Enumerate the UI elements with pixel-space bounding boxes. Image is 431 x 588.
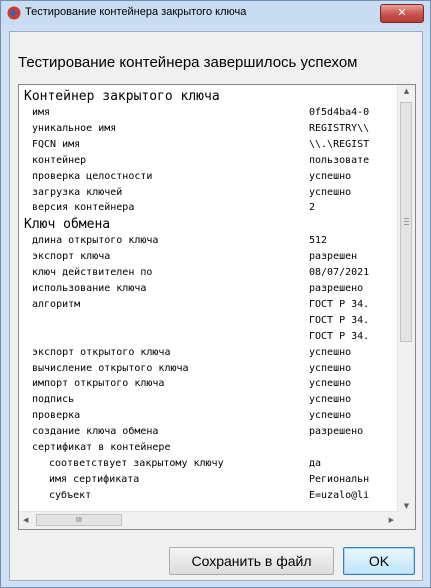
item-value: успешно	[309, 410, 352, 422]
horizontal-scroll-thumb[interactable]: III	[36, 514, 122, 526]
item-value: ГОСТ Р 34.	[309, 314, 370, 326]
item-key: сертификат в контейнере	[32, 442, 171, 453]
item-key: алгоритм	[32, 298, 81, 310]
item-value: разрешено	[309, 426, 364, 438]
grip-line	[404, 218, 409, 219]
section-title: Контейнер закрытого ключа	[24, 89, 220, 104]
item-key: проверка целостности	[32, 170, 153, 182]
scrollbar-corner	[398, 512, 415, 529]
list-item: вычисление открытого ключа успешно	[19, 361, 398, 377]
scroll-right-arrow-icon[interactable]: ▶	[389, 516, 394, 524]
item-value: E=uzalo@li	[309, 489, 370, 501]
window-title: Тестирование контейнера закрытого ключа	[25, 6, 247, 18]
close-icon: ✕	[397, 6, 407, 19]
item-value: REGISTRY\\	[309, 122, 370, 134]
list-item: контейнер пользовате	[19, 153, 398, 169]
list-item: имя 0f5d4ba4-0	[19, 105, 398, 121]
item-key: загрузка ключей	[32, 186, 123, 198]
list-item: экспорт открытого ключа успешно	[19, 345, 398, 361]
list-item: уникальное имя REGISTRY\\	[19, 121, 398, 137]
list-item: использование ключа разрешено	[19, 281, 398, 297]
item-key: проверка	[32, 410, 81, 422]
horizontal-scrollbar[interactable]: ◀ III ▶	[19, 511, 398, 529]
item-value: ГОСТ Р 34.	[309, 298, 370, 310]
list-item: проверка целостности успешно	[19, 169, 398, 185]
item-key: имя сертификата	[49, 473, 140, 485]
vertical-scroll-thumb[interactable]	[400, 102, 412, 342]
item-key: контейнер	[32, 154, 87, 166]
list-item: импорт открытого ключа успешно	[19, 376, 398, 392]
scroll-down-arrow-icon[interactable]: ▼	[398, 502, 415, 510]
list-item: экспорт ключа разрешен	[19, 249, 398, 265]
grip-line	[404, 224, 409, 225]
item-key: подпись	[32, 394, 75, 406]
app-icon	[7, 6, 21, 20]
grip-icon: III	[75, 516, 83, 524]
grip-line	[404, 221, 409, 222]
save-to-file-button[interactable]: Сохранить в файл	[169, 547, 334, 575]
list-item: создание ключа обмена разрешено	[19, 424, 398, 440]
item-key: соответствует закрытому ключу	[49, 457, 224, 469]
item-key: импорт открытого ключа	[32, 378, 165, 390]
list-item: FQCN имя \\.\REGIST	[19, 137, 398, 153]
item-value: 0f5d4ba4-0	[309, 107, 370, 118]
item-key: создание ключа обмена	[32, 426, 159, 438]
vertical-scrollbar[interactable]: ▲ ▼	[397, 85, 415, 512]
item-key: использование ключа	[32, 283, 147, 294]
item-value: успешно	[309, 394, 352, 406]
item-key: длина открытого ключа	[32, 235, 159, 247]
list-item: ГОСТ Р 34.	[19, 329, 398, 345]
scroll-up-arrow-icon[interactable]: ▲	[398, 87, 415, 95]
list-item: загрузка ключей успешно	[19, 185, 398, 201]
item-key: уникальное имя	[32, 122, 117, 134]
list-item: ГОСТ Р 34.	[19, 313, 398, 329]
item-value: успешно	[309, 186, 352, 198]
item-value: 512	[309, 235, 328, 247]
title-bar[interactable]: Тестирование контейнера закрытого ключа …	[1, 1, 430, 25]
item-key: ключ действителен по	[32, 267, 153, 279]
item-key: имя	[32, 107, 51, 118]
list-item: алгоритм ГОСТ Р 34.	[19, 297, 398, 313]
item-value: да	[309, 457, 322, 469]
item-value: \\.\REGIST	[309, 138, 370, 150]
item-value: успешно	[309, 346, 352, 358]
item-key: экспорт ключа	[32, 251, 111, 263]
item-value: разрешен	[309, 251, 358, 263]
item-key: экспорт открытого ключа	[32, 346, 171, 358]
results-content: Контейнер закрытого ключа имя 0f5d4ba4-0 ун…	[19, 85, 398, 512]
result-heading: Тестирование контейнера завершилось успе…	[18, 54, 358, 71]
list-item: длина открытого ключа 512	[19, 233, 398, 249]
item-key: вычисление открытого ключа	[32, 362, 189, 374]
list-item: ключ действителен по 08/07/2021	[19, 265, 398, 281]
list-item: подпись успешно	[19, 392, 398, 408]
item-value: успешно	[309, 362, 352, 374]
item-value: успешно	[309, 170, 352, 182]
item-key: субъект	[49, 489, 92, 501]
item-value: успешно	[309, 378, 352, 390]
item-value: ГОСТ Р 34.	[309, 330, 370, 342]
list-item: версия контейнера 2	[19, 200, 398, 216]
close-button[interactable]: ✕	[380, 4, 424, 23]
scroll-left-arrow-icon[interactable]: ◀	[23, 516, 28, 524]
item-key: FQCN имя	[32, 138, 81, 150]
list-item: сертификат в контейнере	[19, 440, 398, 456]
item-value: 2	[309, 202, 316, 214]
item-value: пользовате	[309, 154, 370, 166]
item-value: Региональн	[309, 473, 370, 485]
list-item: проверка успешно	[19, 408, 398, 424]
ok-button[interactable]: OK	[343, 547, 415, 575]
item-value: разрешено	[309, 283, 364, 294]
item-value: 08/07/2021	[309, 267, 370, 279]
list-item: имя сертификата Региональн	[19, 472, 398, 488]
section-title: Ключ обмена	[24, 217, 111, 233]
item-key: версия контейнера	[32, 202, 135, 214]
list-item: соответствует закрытому ключу да	[19, 456, 398, 472]
list-item: субъект E=uzalo@li	[19, 488, 398, 504]
results-listbox[interactable]: Контейнер закрытого ключа имя 0f5d4ba4-0 ун…	[18, 84, 416, 530]
